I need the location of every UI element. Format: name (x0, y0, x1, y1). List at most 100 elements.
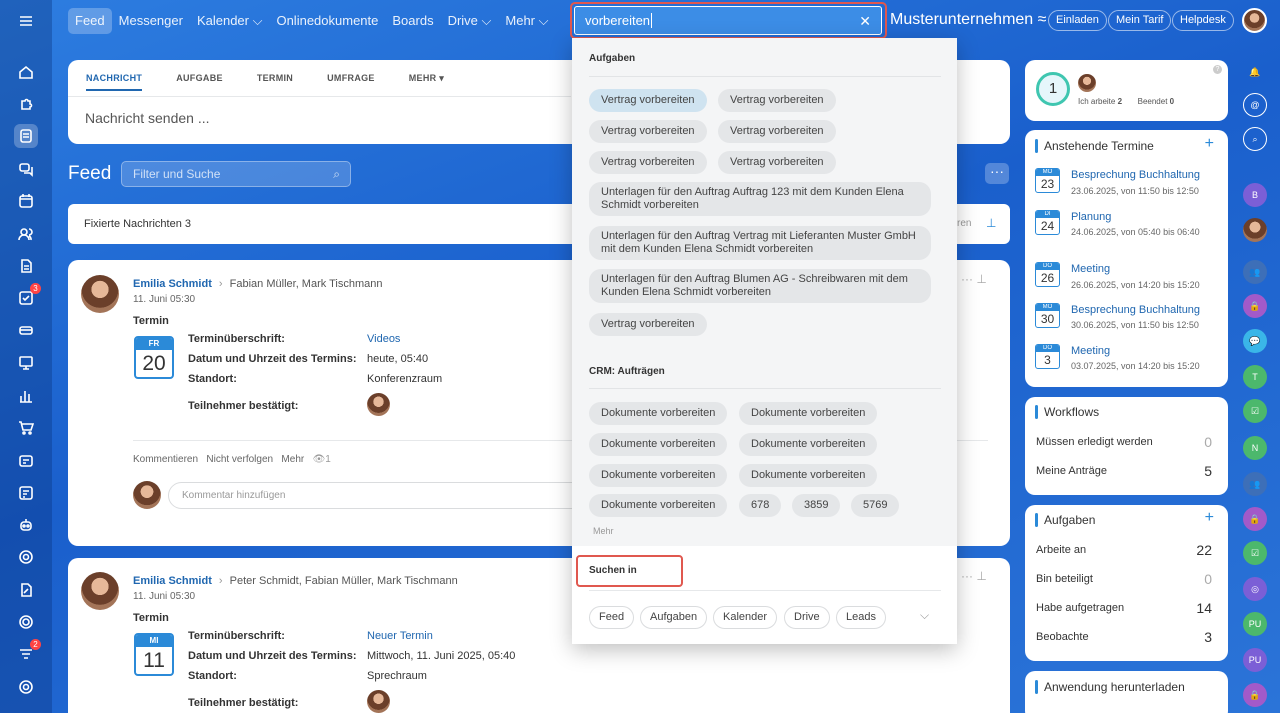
contact-t-icon[interactable]: T (1243, 365, 1267, 389)
tariff-button[interactable]: Mein Tarif (1108, 10, 1172, 31)
tab-mehr[interactable]: MEHR ▾ (409, 73, 444, 91)
result-chip[interactable]: Dokumente vorbereiten (589, 433, 728, 456)
clear-search-icon[interactable]: ✕ (859, 7, 871, 35)
author-name[interactable]: Emilia Schmidt (133, 575, 212, 587)
drive-icon[interactable] (14, 318, 38, 342)
analytics-icon[interactable] (14, 384, 38, 408)
result-chip[interactable]: Dokumente vorbereiten (739, 433, 878, 456)
author-name[interactable]: Emilia Schmidt (133, 278, 212, 290)
event-title-link[interactable]: Meeting (1071, 345, 1110, 357)
search-input[interactable]: vorbereiten ✕ (574, 6, 882, 35)
result-chip[interactable]: Unterlagen für den Auftrag Blumen AG - S… (589, 269, 931, 303)
search-in-aufgaben[interactable]: Aufgaben (640, 606, 708, 629)
support-icon[interactable] (14, 610, 38, 634)
result-chip[interactable]: 5769 (851, 494, 900, 517)
tab-aufgabe[interactable]: AUFGABE (176, 73, 223, 91)
post-menu-icon[interactable]: ··· ⊥ (961, 569, 987, 583)
target-icon[interactable] (14, 545, 38, 569)
contact-pu-icon[interactable]: PU (1243, 648, 1267, 672)
user-avatar[interactable] (1242, 8, 1267, 33)
workflow-row[interactable]: Müssen erledigt werden (1036, 436, 1153, 448)
company-name[interactable]: Musterunternehmen ≈ (890, 11, 1046, 29)
result-chip[interactable]: 3859 (792, 494, 841, 517)
nav-drive[interactable]: Drive ⌵ (441, 8, 499, 34)
nav-onlinedokumente[interactable]: Onlinedokumente (269, 8, 385, 34)
timeline-icon[interactable] (14, 481, 38, 505)
check-icon[interactable]: ☑ (1243, 399, 1267, 423)
search-in-leads[interactable]: Leads (836, 606, 886, 629)
nav-messenger[interactable]: Messenger (112, 8, 190, 34)
event-title-link[interactable]: Neuer Termin (367, 630, 433, 642)
tasks-icon[interactable]: 3 (14, 283, 41, 310)
result-chip[interactable]: Dokumente vorbereiten (589, 494, 728, 517)
unfollow-action[interactable]: Nicht verfolgen (206, 454, 273, 465)
post-menu-icon[interactable]: ··· ⊥ (961, 272, 987, 286)
comment-input[interactable]: Kommentar hinzufügen (168, 482, 588, 509)
board-icon[interactable] (14, 351, 38, 375)
add-event-icon[interactable]: + (1205, 135, 1214, 153)
nav-mehr[interactable]: Mehr ⌵ (498, 8, 555, 34)
target-icon[interactable]: ◎ (1243, 577, 1267, 601)
check-icon[interactable]: ☑ (1243, 541, 1267, 565)
author-avatar[interactable] (81, 572, 119, 610)
team-icon[interactable]: 👥 (1243, 472, 1267, 496)
filter-icon[interactable]: 2 (14, 639, 41, 666)
contact-n-icon[interactable]: N (1243, 436, 1267, 460)
composer-input[interactable]: Nachricht senden ... (85, 110, 210, 126)
menu-icon[interactable] (14, 9, 38, 33)
task-row[interactable]: Habe aufgetragen (1036, 602, 1124, 614)
tab-termin[interactable]: TERMIN (257, 73, 293, 91)
comment-action[interactable]: Kommentieren (133, 454, 198, 465)
settings-icon[interactable] (14, 675, 38, 699)
result-chip[interactable]: Unterlagen für den Auftrag Vertrag mit L… (589, 226, 931, 260)
event-title-link[interactable]: Planung (1071, 211, 1111, 223)
contact-pu-icon[interactable]: PU (1243, 612, 1267, 636)
worktime-status[interactable]: 1 (1036, 72, 1070, 106)
notifications-icon[interactable]: 🔔 (1243, 60, 1267, 84)
group-icon[interactable]: 👥 (1243, 260, 1267, 284)
result-chip[interactable]: Dokumente vorbereiten (739, 402, 878, 425)
recipients[interactable]: Fabian Müller, Mark Tischmann (230, 278, 383, 290)
robot-icon[interactable] (14, 513, 38, 537)
more-options-button[interactable]: ··· (985, 163, 1009, 184)
author-avatar[interactable] (81, 275, 119, 313)
chevron-down-icon[interactable]: ⌵ (920, 608, 929, 623)
chat-bubble-icon[interactable]: 💬 (1243, 329, 1267, 353)
pin-icon[interactable]: ⊥ (986, 216, 996, 230)
participant-avatar[interactable] (367, 393, 390, 416)
lock-icon[interactable]: 🔒 (1243, 507, 1267, 531)
add-task-icon[interactable]: + (1205, 509, 1214, 527)
task-row[interactable]: Arbeite an (1036, 544, 1086, 556)
search-chat-icon[interactable]: ⌕ (1243, 127, 1267, 151)
cart-icon[interactable] (14, 416, 38, 440)
nav-kalender[interactable]: Kalender ⌵ (190, 8, 270, 34)
tab-umfrage[interactable]: UMFRAGE (327, 73, 375, 91)
edit-doc-icon[interactable] (14, 578, 38, 602)
event-title-link[interactable]: Besprechung Buchhaltung (1071, 169, 1200, 181)
nav-boards[interactable]: Boards (385, 8, 440, 34)
post-date[interactable]: 11. Juni 05:30 (133, 294, 195, 305)
result-chip[interactable]: Dokumente vorbereiten (739, 464, 878, 487)
recipients[interactable]: Peter Schmidt, Fabian Müller, Mark Tisch… (230, 575, 458, 587)
event-title-link[interactable]: Meeting (1071, 263, 1110, 275)
search-in-kalender[interactable]: Kalender (713, 606, 778, 629)
invite-button[interactable]: Einladen (1048, 10, 1107, 31)
contact-avatar[interactable] (1243, 218, 1267, 242)
feed-icon[interactable] (14, 124, 38, 148)
chat-icon[interactable] (14, 157, 38, 181)
more-action[interactable]: Mehr (281, 454, 304, 465)
filter-search-input[interactable]: Filter und Suche ⌕ (121, 161, 351, 187)
result-chip[interactable]: Vertrag vorbereiten (718, 151, 836, 174)
document-icon[interactable] (14, 254, 38, 278)
result-chip[interactable]: Dokumente vorbereiten (589, 402, 728, 425)
event-title-link[interactable]: Besprechung Buchhaltung (1071, 304, 1200, 316)
home-icon[interactable] (14, 60, 38, 84)
task-row[interactable]: Beobachte (1036, 631, 1089, 643)
contact-icon[interactable]: B (1243, 183, 1267, 207)
puzzle-icon[interactable] (14, 92, 38, 116)
workflow-row[interactable]: Meine Anträge (1036, 465, 1107, 477)
lock-icon[interactable]: 🔒 (1243, 683, 1267, 707)
lock-icon[interactable]: 🔒 (1243, 294, 1267, 318)
at-icon[interactable]: @ (1243, 93, 1267, 117)
result-chip[interactable]: Dokumente vorbereiten (589, 464, 728, 487)
